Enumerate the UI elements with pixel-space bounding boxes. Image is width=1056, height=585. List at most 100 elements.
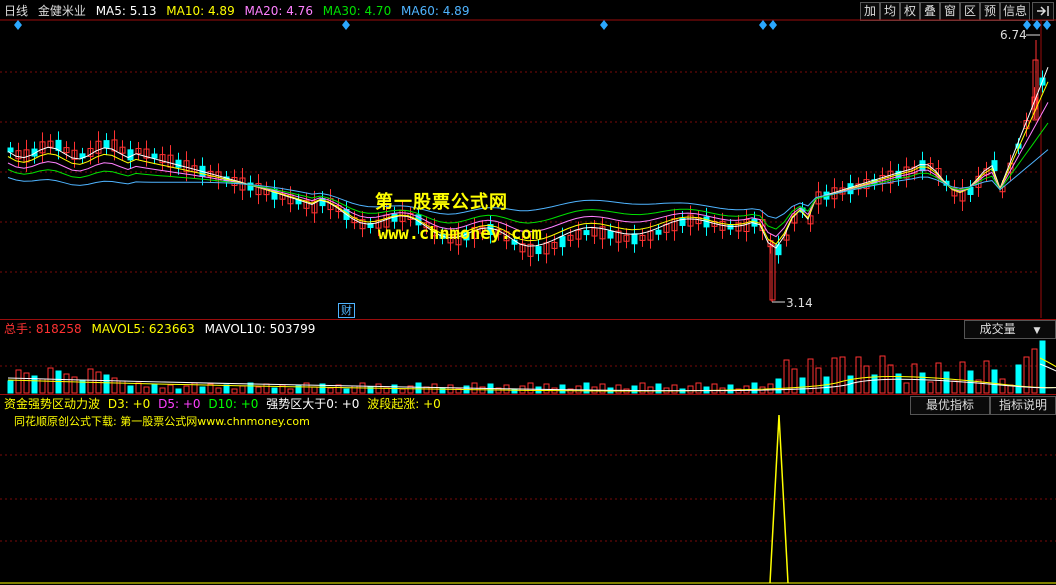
candlestick [175, 159, 182, 168]
volume-bar [327, 387, 334, 394]
finance-event-marker[interactable]: 财 [338, 303, 355, 318]
candlestick [607, 230, 614, 239]
volume-bar [951, 380, 958, 394]
volume-bar [919, 372, 926, 394]
volume-bar [527, 382, 534, 394]
volume-bar [647, 386, 654, 394]
volume-bar [167, 384, 174, 394]
volume-bar [431, 383, 438, 394]
ma20-line [7, 102, 1049, 238]
volume-bar [727, 384, 734, 394]
volume-bar [1031, 348, 1038, 394]
low-price-label: 3.14 [786, 296, 813, 310]
volume-bar [231, 388, 238, 394]
candlestick [727, 224, 734, 230]
mavol10-value: MAVOL10: 503799 [204, 322, 316, 336]
indicator-name[interactable]: 资金强势区动力波 [4, 397, 100, 411]
volume-bar [751, 382, 758, 394]
candlestick [151, 153, 158, 159]
volume-bar [703, 386, 710, 394]
volume-bar [815, 367, 822, 394]
volume-bar [271, 387, 278, 394]
volume-bar [127, 385, 134, 394]
volume-bar [631, 385, 638, 394]
volume-bar [111, 377, 118, 394]
volume-bar [615, 384, 622, 394]
volume-bar [7, 380, 14, 394]
diamond-marker-icon [600, 20, 608, 30]
diamond-marker-icon [1033, 20, 1041, 30]
volume-bar [671, 384, 678, 394]
diamond-marker-icon [769, 20, 777, 30]
watermark-url: www.chnmoney.com [378, 224, 542, 244]
volume-bar [135, 382, 142, 394]
volume-selector[interactable]: 成交量 ▼ [964, 320, 1056, 339]
high-price-label: 6.74 [1000, 28, 1027, 42]
divider-line [0, 394, 1056, 395]
d10-value: D10: +0 [208, 397, 259, 411]
divider-line [0, 319, 1056, 320]
volume-header: 总手: 818258 MAVOL5: 623663 MAVOL10: 50379… [4, 321, 315, 337]
volume-bar [23, 372, 30, 394]
candlestick [583, 230, 590, 236]
volume-bar [879, 355, 886, 394]
volume-bar [199, 386, 206, 394]
volume-bar [831, 357, 838, 394]
volume-bar [991, 369, 998, 394]
volume-bar [927, 381, 934, 394]
volume-bar [159, 387, 166, 394]
ma5-line [7, 67, 1049, 249]
volume-bar [343, 388, 350, 394]
volume-bar [1039, 340, 1046, 394]
volume-bar [63, 373, 70, 394]
candlestick [631, 233, 638, 245]
volume-bar [655, 383, 662, 394]
volume-bar [559, 384, 566, 394]
candlestick [655, 229, 662, 235]
volume-bar [871, 374, 878, 394]
volume-bar [255, 386, 262, 394]
volume-bar [599, 383, 606, 394]
volume-bar [399, 388, 406, 394]
volume-bar [263, 383, 270, 394]
volume-bar [415, 382, 422, 394]
volume-bar [943, 371, 950, 394]
volume-bar [223, 384, 230, 394]
volume-bar [47, 367, 54, 394]
volume-bar [151, 383, 158, 394]
candlestick [103, 140, 110, 149]
volume-bar [239, 385, 246, 394]
volume-bar [511, 388, 518, 394]
volume-bar [1015, 364, 1022, 394]
volume-bar [143, 386, 150, 394]
volume-bar [247, 382, 254, 394]
volume-bar [303, 382, 310, 394]
volume-bar [687, 385, 694, 394]
volume-bar [351, 385, 358, 394]
watermark-title: 第一股票公式网 [375, 192, 508, 213]
volume-chart[interactable] [0, 338, 1056, 394]
volume-bar [583, 382, 590, 394]
volume-bar [215, 387, 222, 394]
d5-value: D5: +0 [158, 397, 201, 411]
volume-bar [175, 388, 182, 394]
volume-bar [999, 378, 1006, 394]
volume-bar [775, 378, 782, 394]
diamond-marker-icon [342, 20, 350, 30]
volume-bar [311, 386, 318, 394]
volume-bar [287, 388, 294, 394]
volume-bar [711, 383, 718, 394]
strong-zone-value: 强势区大于0: +0 [266, 397, 360, 411]
indicator-header: 资金强势区动力波 D3: +0 D5: +0 D10: +0 强势区大于0: +… [4, 396, 441, 412]
price-chart[interactable] [0, 0, 1056, 318]
volume-bar [799, 377, 806, 394]
volume-bar [15, 369, 22, 394]
indicator-chart[interactable] [0, 413, 1056, 585]
volume-bar [959, 361, 966, 394]
total-volume: 总手: 818258 [4, 322, 82, 336]
diamond-marker-icon [759, 20, 767, 30]
volume-bar [807, 358, 814, 394]
wave-start-value: 波段起涨: +0 [367, 397, 441, 411]
chevron-down-icon: ▼ [1033, 326, 1041, 336]
ma60-line [7, 149, 1049, 219]
